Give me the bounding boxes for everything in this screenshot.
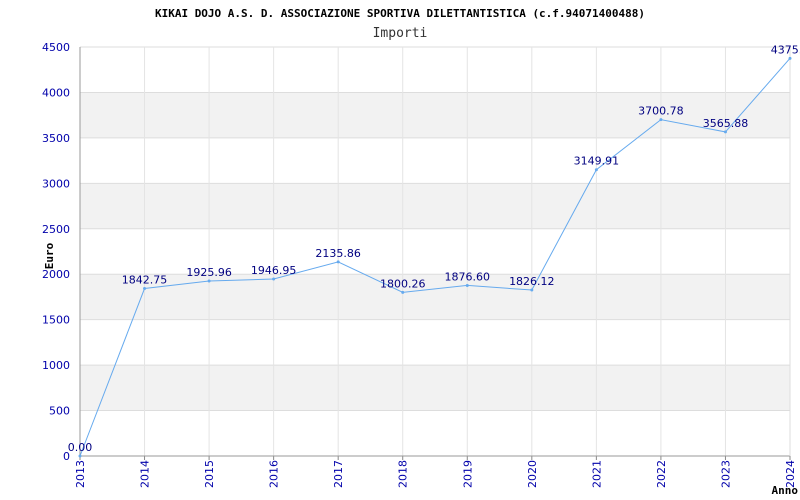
data-point xyxy=(594,168,598,172)
data-label: 1876.60 xyxy=(445,270,491,283)
data-point xyxy=(207,279,211,283)
data-point xyxy=(530,288,534,292)
y-tick-label: 3000 xyxy=(42,177,70,190)
data-point xyxy=(788,56,792,60)
data-label: 1800.26 xyxy=(380,277,426,290)
y-tick-label: 1000 xyxy=(42,359,70,372)
x-tick-label: 2023 xyxy=(719,460,732,488)
data-point xyxy=(272,277,276,281)
data-label: 1842.75 xyxy=(122,274,168,287)
x-tick-label: 2016 xyxy=(268,460,281,488)
data-label: 2135.86 xyxy=(315,247,361,260)
y-tick-label: 4500 xyxy=(42,41,70,54)
data-point xyxy=(659,118,663,122)
x-tick-labels: 2013 2014 2015 2016 2017 2018 2019 2020 2021 2022… xyxy=(74,460,797,488)
data-label: 3565.88 xyxy=(703,117,749,130)
x-tick-label: 2015 xyxy=(203,460,216,488)
x-tick-label: 2021 xyxy=(590,460,603,488)
data-point xyxy=(723,130,727,134)
chart-subtitle: Importi xyxy=(373,26,428,41)
y-tick-label: 1500 xyxy=(42,314,70,327)
y-axis-label: Euro xyxy=(43,242,56,269)
grid-band xyxy=(80,183,790,229)
grid-band xyxy=(80,274,790,320)
x-tick-label: 2014 xyxy=(139,460,152,488)
grid-band xyxy=(80,365,790,411)
data-point xyxy=(401,290,405,294)
data-label: 1946.95 xyxy=(251,264,297,277)
x-tick-label: 2020 xyxy=(526,460,539,488)
y-tick-label: 3500 xyxy=(42,132,70,145)
data-label: 3149.91 xyxy=(574,155,620,168)
data-label: 3700.78 xyxy=(638,105,684,118)
y-tick-label: 2500 xyxy=(42,223,70,236)
data-label: 1826.12 xyxy=(509,275,555,288)
data-point xyxy=(465,283,469,287)
x-tick-label: 2022 xyxy=(655,460,668,488)
line-chart: KIKAI DOJO A.S. D. ASSOCIAZIONE SPORTIVA… xyxy=(42,7,800,497)
data-label: 4375.5 xyxy=(771,43,800,56)
grid-bands xyxy=(80,92,790,411)
y-tick-label: 4000 xyxy=(42,86,70,99)
x-tick-label: 2017 xyxy=(332,460,345,488)
data-point xyxy=(336,260,340,264)
x-tick-label: 2018 xyxy=(397,460,410,488)
data-label: 1925.96 xyxy=(186,266,232,279)
y-tick-label: 500 xyxy=(49,405,70,418)
data-point xyxy=(143,287,147,291)
x-tick-label: 2019 xyxy=(461,460,474,488)
data-point xyxy=(78,454,82,458)
x-tick-label: 2013 xyxy=(74,460,87,488)
data-label: 0.00 xyxy=(68,441,93,454)
chart-title: KIKAI DOJO A.S. D. ASSOCIAZIONE SPORTIVA… xyxy=(155,7,645,20)
x-axis-label: Anno xyxy=(772,484,799,497)
